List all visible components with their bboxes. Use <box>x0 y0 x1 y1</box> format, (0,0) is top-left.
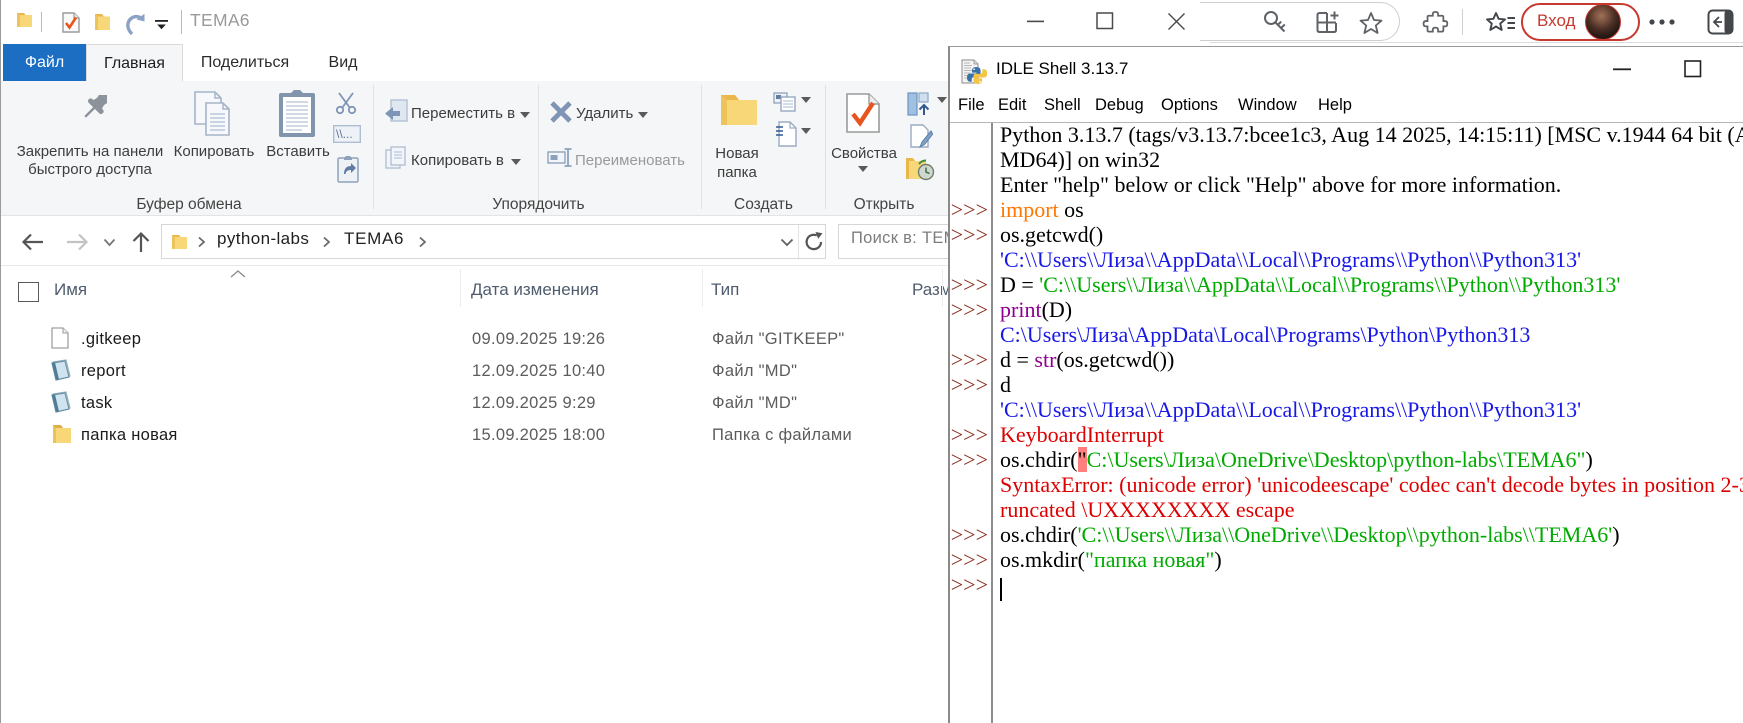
svg-text:\\...: \\... <box>336 127 353 141</box>
